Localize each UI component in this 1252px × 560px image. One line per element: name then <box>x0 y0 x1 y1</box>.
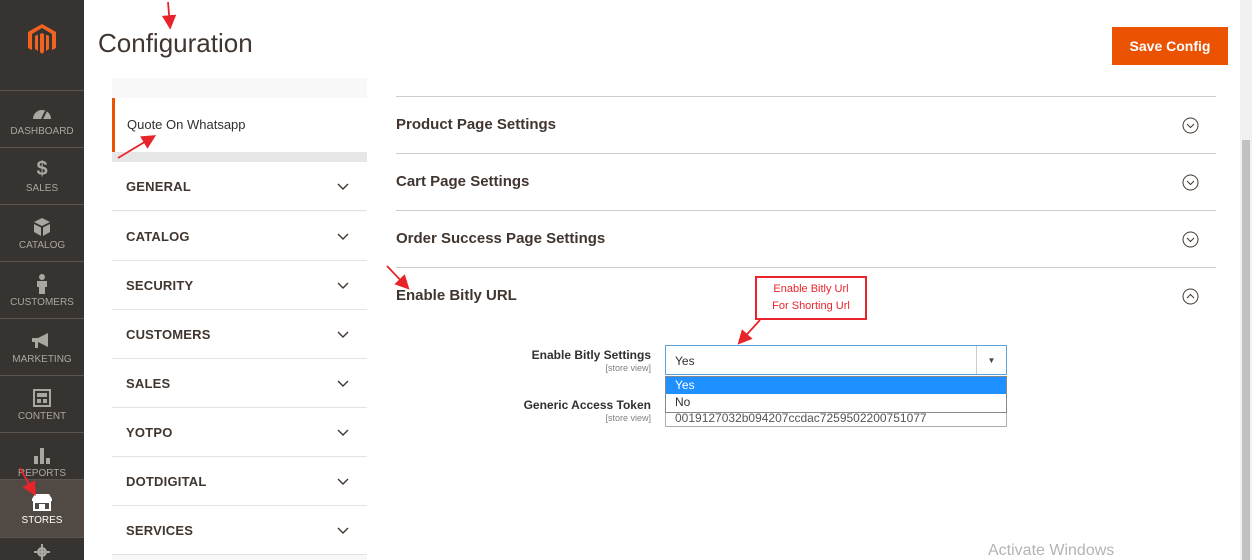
scrollbar-thumb[interactable] <box>1242 140 1250 560</box>
content-icon <box>33 387 51 409</box>
section-product-page-settings[interactable]: Product Page Settings <box>396 96 1216 153</box>
chevron-down-icon <box>337 233 349 240</box>
admin-sidebar: DASHBOARD $ SALES CATALOG CUSTOMERS MARK… <box>0 0 84 560</box>
nav-label: CONTENT <box>17 410 67 422</box>
access-token-scope: [store view] <box>605 413 651 423</box>
option-no[interactable]: No <box>666 394 1006 411</box>
tab-section-general[interactable]: GENERAL <box>112 162 367 211</box>
tab-section-label: SECURITY <box>126 278 194 293</box>
chevron-down-icon <box>337 282 349 289</box>
person-icon <box>36 273 48 295</box>
tab-section-label: CATALOG <box>126 229 190 244</box>
tab-section-yotpo[interactable]: YOTPO <box>112 408 367 457</box>
tab-section-services[interactable]: SERVICES <box>112 506 367 555</box>
page-scrollbar[interactable] <box>1240 0 1252 560</box>
nav-item-dashboard[interactable]: DASHBOARD <box>0 90 84 147</box>
expand-circle-icon[interactable] <box>1182 117 1199 134</box>
annotation-line-1: Enable Bitly Url <box>773 283 849 295</box>
chevron-down-icon <box>337 429 349 436</box>
config-tabs: Quote On Whatsapp GENERAL CATALOG SECURI… <box>112 78 367 560</box>
nav-item-catalog[interactable]: CATALOG <box>0 204 84 261</box>
nav-item-stores[interactable]: STORES <box>0 479 84 537</box>
tab-section-label: GENERAL <box>126 179 191 194</box>
tab-section-catalog[interactable]: CATALOG <box>112 212 367 261</box>
nav-label: STORES <box>21 515 63 526</box>
tab-section-label: CUSTOMERS <box>126 327 211 342</box>
nav-label: CUSTOMERS <box>10 296 74 308</box>
tab-section-security[interactable]: SECURITY <box>112 261 367 310</box>
nav-item-marketing[interactable]: MARKETING <box>0 318 84 375</box>
section-cart-page-settings[interactable]: Cart Page Settings <box>396 153 1216 210</box>
tab-section-customers[interactable]: CUSTOMERS <box>112 310 367 359</box>
collapse-circle-icon[interactable] <box>1182 288 1199 305</box>
tab-section-label: YOTPO <box>126 425 173 440</box>
bitly-settings-options: Yes No <box>665 376 1007 413</box>
gear-icon <box>34 544 50 560</box>
dashboard-icon <box>32 102 52 124</box>
activate-windows-watermark: Activate Windows <box>988 542 1115 559</box>
tab-item-quote-on-whatsapp[interactable]: Quote On Whatsapp <box>112 98 367 152</box>
tab-section-sales[interactable]: SALES <box>112 359 367 408</box>
tabs-divider <box>112 152 367 162</box>
tab-section-label: SALES <box>126 376 171 391</box>
nav-item-content[interactable]: CONTENT <box>0 375 84 432</box>
nav-item-system[interactable] <box>0 537 84 560</box>
page-title: Configuration <box>98 28 253 58</box>
bitly-settings-value: Yes <box>675 354 695 368</box>
nav-label: REPORTS <box>17 467 67 479</box>
store-icon <box>31 491 53 513</box>
access-token-label: Generic Access Token <box>523 398 651 412</box>
tab-item-label: Quote On Whatsapp <box>127 117 246 132</box>
megaphone-icon <box>32 330 52 352</box>
nav-label: SALES <box>25 182 59 194</box>
option-yes[interactable]: Yes <box>666 377 1006 394</box>
catalog-icon <box>34 216 50 238</box>
dollar-icon: $ <box>36 158 48 180</box>
bitly-settings-label: Enable Bitly Settings <box>531 348 651 362</box>
nav-item-sales[interactable]: $ SALES <box>0 147 84 204</box>
magento-logo-icon <box>28 24 56 54</box>
section-title: Product Page Settings <box>396 116 557 133</box>
annotation-callout: Enable Bitly Url For Shorting Url <box>755 276 867 320</box>
expand-circle-icon[interactable] <box>1182 174 1199 191</box>
chevron-down-icon <box>337 527 349 534</box>
dropdown-arrow-icon[interactable]: ▼ <box>976 346 1006 374</box>
section-title: Enable Bitly URL <box>396 287 517 304</box>
tab-section-label: SERVICES <box>126 523 194 538</box>
magento-logo[interactable] <box>0 0 84 80</box>
chevron-down-icon <box>337 331 349 338</box>
annotation-line-2: For Shorting Url <box>772 300 850 312</box>
bitly-settings-select[interactable]: Yes ▼ <box>665 345 1007 375</box>
top-strip <box>84 0 1252 8</box>
chevron-down-icon <box>337 183 349 190</box>
tabs-top-strip <box>112 78 367 98</box>
chevron-down-icon <box>337 380 349 387</box>
bar-chart-icon <box>33 444 51 466</box>
tab-section-dotdigital[interactable]: DOTDIGITAL <box>112 457 367 506</box>
nav-item-customers[interactable]: CUSTOMERS <box>0 261 84 318</box>
bitly-settings-scope: [store view] <box>605 363 651 373</box>
nav-label: MARKETING <box>12 353 72 365</box>
main-content: Quote On Whatsapp GENERAL CATALOG SECURI… <box>84 78 1252 560</box>
access-token-value: 0019127032b094207ccdac7259502200751077 <box>675 411 927 425</box>
save-config-button[interactable]: Save Config <box>1112 27 1228 65</box>
section-title: Order Success Page Settings <box>396 230 606 247</box>
nav-label: CATALOG <box>18 239 66 251</box>
section-order-success-page-settings[interactable]: Order Success Page Settings <box>396 210 1216 267</box>
expand-circle-icon[interactable] <box>1182 231 1199 248</box>
page-header: Configuration Save Config <box>84 8 1252 78</box>
section-title: Cart Page Settings <box>396 173 530 190</box>
nav-label: DASHBOARD <box>10 125 74 137</box>
tab-section-label: DOTDIGITAL <box>126 474 207 489</box>
chevron-down-icon <box>337 478 349 485</box>
